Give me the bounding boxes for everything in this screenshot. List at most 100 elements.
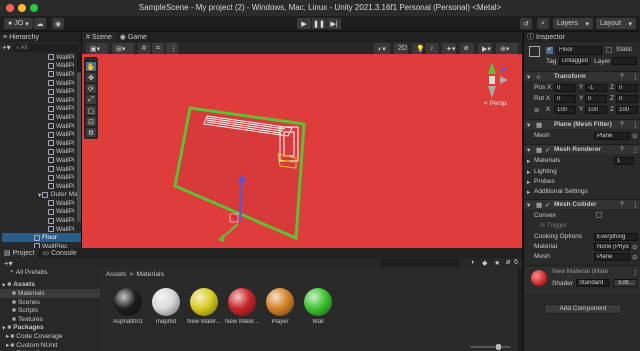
- scene-viewport[interactable]: ✋ ✥ ⟳ ⤢ ▢ ⊡ ⚙ < Persp: [82, 54, 522, 248]
- hierarchy-search-input[interactable]: ⌕ All: [12, 43, 79, 52]
- scale-x-field[interactable]: 100: [554, 106, 576, 114]
- perspective-label[interactable]: < Persp: [484, 100, 507, 107]
- hierarchy-item[interactable]: WallPi: [2, 216, 81, 225]
- rotation-x-field[interactable]: 0: [554, 95, 576, 103]
- hierarchy-item[interactable]: WallPi: [2, 173, 81, 182]
- add-component-button[interactable]: Add Component: [544, 304, 622, 314]
- assets-scrollbar[interactable]: [518, 268, 522, 351]
- breadcrumb-assets[interactable]: Assets: [106, 271, 126, 278]
- more-options-icon[interactable]: ⋮: [632, 73, 639, 81]
- history-button[interactable]: ↺: [520, 18, 532, 29]
- camera-settings-button[interactable]: ▶▾: [478, 43, 492, 54]
- hierarchy-item[interactable]: WallPi: [2, 113, 81, 122]
- transform-component-header[interactable]: ▾ ⊹ Transform ? ⋮: [524, 71, 640, 81]
- layout-dropdown[interactable]: Layout ▾: [596, 18, 636, 29]
- object-picker-icon[interactable]: ⊙: [632, 132, 637, 140]
- tree-packages[interactable]: ▾ ■ Packages: [0, 324, 100, 333]
- tree-folder[interactable]: ■ Scripts: [0, 306, 100, 315]
- layers-dropdown[interactable]: Layers ▾: [553, 18, 593, 29]
- hierarchy-item[interactable]: WallPi: [2, 156, 81, 165]
- hierarchy-item[interactable]: WallPi: [2, 208, 81, 217]
- more-options-icon[interactable]: ⋮: [632, 268, 639, 276]
- mesh-renderer-component-header[interactable]: ▾ ▦ ✓ Mesh Renderer ? ⋮: [524, 144, 640, 154]
- favorite-icon[interactable]: ★: [494, 259, 500, 267]
- add-icon[interactable]: +▾: [2, 43, 11, 52]
- more-options-icon[interactable]: ⋮: [632, 146, 639, 154]
- mesh-filter-component-header[interactable]: ▾ ▦ Plane (Mesh Filter) ? ⋮: [524, 119, 640, 129]
- layer-dropdown[interactable]: [612, 57, 637, 65]
- tree-all-prefabs[interactable]: ⌕ All Prefabs: [0, 268, 100, 277]
- hierarchy-tab[interactable]: ≡ Hierarchy: [0, 32, 81, 42]
- hierarchy-item[interactable]: WallPi: [2, 62, 81, 71]
- position-y-field[interactable]: -1: [585, 84, 607, 92]
- more-options-icon[interactable]: ⋮: [632, 121, 639, 129]
- hierarchy-item[interactable]: WallPi: [2, 199, 81, 208]
- hierarchy-item[interactable]: WallPi: [2, 79, 81, 88]
- tree-folder[interactable]: ■ Textures: [0, 315, 100, 324]
- step-button[interactable]: ▶|: [327, 18, 341, 29]
- tab-game[interactable]: ◉ Game: [116, 32, 151, 42]
- tab-project[interactable]: ▤ Project: [0, 248, 39, 258]
- scale-z-field[interactable]: 100: [616, 106, 638, 114]
- tab-scene[interactable]: # Scene: [82, 32, 116, 42]
- hierarchy-item[interactable]: WallPi: [2, 70, 81, 79]
- hierarchy-item[interactable]: WallPi: [2, 122, 81, 131]
- object-picker-icon[interactable]: ⊙: [632, 253, 637, 261]
- edit-shader-button[interactable]: Edit...: [613, 279, 637, 287]
- lighting-toggle[interactable]: 💡: [412, 43, 425, 54]
- gizmos-dropdown[interactable]: ⊕▾: [496, 43, 518, 54]
- position-x-field[interactable]: 0: [554, 84, 576, 92]
- play-button[interactable]: ▶: [297, 18, 311, 29]
- object-picker-icon[interactable]: ⊙: [632, 243, 637, 251]
- hidden-packages-icon[interactable]: ø: [506, 259, 510, 266]
- tree-assets[interactable]: ▾ ■ Assets: [0, 281, 100, 290]
- increment-snap-button[interactable]: ⋮: [166, 43, 178, 54]
- materials-count-field[interactable]: 1: [614, 157, 634, 165]
- collab-button[interactable]: ◉: [52, 18, 64, 29]
- more-options-icon[interactable]: ⋮: [632, 201, 639, 209]
- rotation-z-field[interactable]: 0: [616, 95, 638, 103]
- help-icon[interactable]: ?: [620, 146, 624, 153]
- hierarchy-item[interactable]: WallPi: [2, 225, 81, 234]
- filter-label-icon[interactable]: ◆: [482, 259, 487, 267]
- tree-package[interactable]: ▸ ■ Custom NUnit: [0, 341, 100, 350]
- mesh-collider-component-header[interactable]: ▾ ▦ ✓ Mesh Collider ? ⋮: [524, 199, 640, 209]
- shader-dropdown[interactable]: Standard: [576, 279, 610, 287]
- enabled-checkbox[interactable]: ✓: [545, 146, 550, 154]
- cloud-button[interactable]: ☁: [34, 18, 46, 29]
- hierarchy-item[interactable]: WallPi: [2, 96, 81, 105]
- mesh-filter-mesh-field[interactable]: Plane: [594, 132, 630, 140]
- tree-package[interactable]: ▸ ■ Code Coverage: [0, 332, 100, 341]
- hierarchy-item[interactable]: ▾ Outer Ma: [2, 191, 81, 200]
- help-icon[interactable]: ?: [620, 121, 624, 128]
- inspector-tab[interactable]: ⓘ Inspector: [524, 32, 640, 42]
- pause-button[interactable]: ❚❚: [312, 18, 326, 29]
- effects-dropdown[interactable]: ✦▾: [442, 43, 456, 54]
- project-search-input[interactable]: [380, 259, 460, 267]
- tab-console[interactable]: ▭ Console: [38, 248, 80, 258]
- enabled-checkbox[interactable]: ✓: [545, 201, 550, 209]
- convex-checkbox[interactable]: [596, 212, 602, 218]
- active-checkbox[interactable]: ✓: [546, 47, 553, 54]
- account-dropdown[interactable]: ● JO ▾: [4, 18, 33, 29]
- hierarchy-scrollbar[interactable]: [77, 52, 81, 222]
- pivot-dropdown[interactable]: ⊞▾: [112, 43, 134, 54]
- snap-button[interactable]: ⌗: [152, 43, 164, 54]
- hierarchy-item[interactable]: WallPi: [2, 165, 81, 174]
- scale-link-icon[interactable]: ⊘: [534, 106, 539, 114]
- scale-y-field[interactable]: 100: [585, 106, 607, 114]
- hierarchy-item[interactable]: WallPi: [2, 105, 81, 114]
- add-icon[interactable]: +▾: [4, 259, 13, 268]
- chevron-down-icon[interactable]: ▾: [38, 191, 41, 199]
- filter-type-icon[interactable]: ◑: [470, 259, 474, 266]
- static-checkbox[interactable]: [606, 47, 612, 53]
- hierarchy-item[interactable]: WallPi: [2, 182, 81, 191]
- help-icon[interactable]: ?: [620, 73, 624, 80]
- rotation-y-field[interactable]: 0: [585, 95, 607, 103]
- tag-dropdown[interactable]: Untagged: [559, 57, 589, 65]
- 2d-toggle[interactable]: 2D: [394, 43, 408, 54]
- object-name-field[interactable]: Floor: [556, 46, 602, 55]
- hierarchy-item[interactable]: WallPi: [2, 139, 81, 148]
- shading-mode-button[interactable]: ◐▾: [374, 43, 390, 54]
- search-button[interactable]: ⌕: [537, 18, 549, 29]
